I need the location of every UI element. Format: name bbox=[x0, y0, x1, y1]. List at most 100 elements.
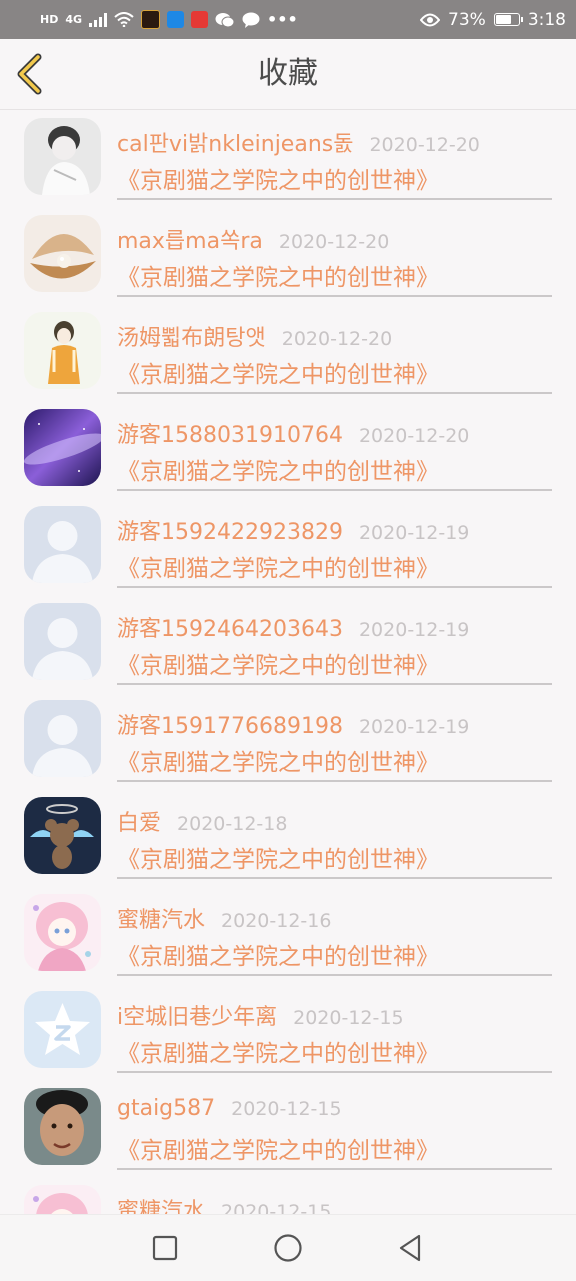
divider bbox=[117, 392, 552, 394]
system-back-button[interactable] bbox=[394, 1232, 426, 1264]
pink-anime-avatar[interactable] bbox=[24, 894, 101, 971]
username[interactable]: 蜜糖汽水 bbox=[117, 902, 205, 934]
favorite-date: 2020-12-15 bbox=[293, 1007, 404, 1029]
divider bbox=[117, 489, 552, 491]
divider bbox=[117, 683, 552, 685]
work-title[interactable]: 《京剧猫之学院之中的创世神》 bbox=[117, 549, 439, 583]
battery-icon bbox=[493, 13, 523, 26]
favorites-list[interactable]: cal판vi밝nkleinjeans돐 2020-12-20 《京剧猫之学院之中的创… bbox=[0, 110, 576, 1214]
selfie-avatar[interactable] bbox=[24, 1088, 101, 1165]
page-title: 收藏 bbox=[258, 56, 318, 91]
list-item[interactable]: max릅ma쏙ra 2020-12-20 《京剧猫之学院之中的创世神》 bbox=[0, 207, 576, 304]
divider bbox=[117, 295, 552, 297]
list-item[interactable]: 白爱 2020-12-18 《京剧猫之学院之中的创世神》 bbox=[0, 789, 576, 886]
item-meta: 游客1592422923829 2020-12-19 bbox=[117, 514, 469, 546]
network-indicator: 4G bbox=[65, 13, 83, 26]
anime-girl-avatar[interactable] bbox=[24, 312, 101, 389]
divider bbox=[117, 1071, 552, 1073]
battery-fill bbox=[495, 15, 511, 24]
recent-apps-button[interactable] bbox=[149, 1232, 181, 1264]
favorite-date: 2020-12-15 bbox=[231, 1098, 342, 1120]
username[interactable]: 游客1592464203643 bbox=[117, 611, 343, 643]
pink-anime-avatar[interactable] bbox=[24, 1185, 101, 1214]
list-item[interactable]: i空城旧巷少年离 2020-12-15 《京剧猫之学院之中的创世神》 bbox=[0, 983, 576, 1080]
favorite-date: 2020-12-18 bbox=[177, 813, 288, 835]
qzone-avatar[interactable] bbox=[24, 991, 101, 1068]
list-item[interactable]: 游客1591776689198 2020-12-19 《京剧猫之学院之中的创世神》 bbox=[0, 692, 576, 789]
shell-avatar[interactable] bbox=[24, 215, 101, 292]
system-nav-bar bbox=[0, 1214, 576, 1281]
item-meta: 汤姆쀫布朗탕앳 2020-12-20 bbox=[117, 320, 392, 352]
circle-icon bbox=[274, 1234, 302, 1262]
battery-percent: 73% bbox=[448, 9, 486, 30]
clock: 3:18 bbox=[527, 9, 566, 30]
divider bbox=[117, 877, 552, 879]
work-title[interactable]: 《京剧猫之学院之中的创世神》 bbox=[117, 743, 439, 777]
work-title[interactable]: 《京剧猫之学院之中的创世神》 bbox=[117, 1131, 439, 1165]
more-icon: ••• bbox=[267, 10, 298, 29]
list-item[interactable]: 游客1588031910764 2020-12-20 《京剧猫之学院之中的创世神》 bbox=[0, 401, 576, 498]
list-item[interactable]: cal판vi밝nkleinjeans돐 2020-12-20 《京剧猫之学院之中的创… bbox=[0, 110, 576, 207]
username[interactable]: 汤姆쀫布朗탕앳 bbox=[117, 320, 266, 352]
favorite-date: 2020-12-20 bbox=[278, 231, 390, 253]
favorite-date: 2020-12-20 bbox=[281, 328, 393, 350]
home-button[interactable] bbox=[272, 1232, 304, 1264]
item-meta: i空城旧巷少年离 2020-12-15 bbox=[117, 999, 404, 1031]
app-header: 收藏 bbox=[0, 39, 576, 110]
item-meta: gtaig587 2020-12-15 bbox=[117, 1096, 342, 1121]
username[interactable]: 游客1591776689198 bbox=[117, 708, 343, 740]
hd-indicator: HD bbox=[40, 13, 59, 26]
default-avatar[interactable] bbox=[24, 700, 101, 777]
wechat-icon bbox=[215, 12, 235, 28]
username[interactable]: 蜜糖汽水 bbox=[117, 1193, 205, 1214]
status-bar-left: HD 4G ••• bbox=[40, 10, 298, 29]
wifi-icon bbox=[114, 12, 134, 27]
username[interactable]: i空城旧巷少年离 bbox=[117, 999, 277, 1031]
browser-notification-icon bbox=[167, 11, 185, 28]
item-meta: cal판vi밝nkleinjeans돐 2020-12-20 bbox=[117, 126, 480, 158]
work-title[interactable]: 《京剧猫之学院之中的创世神》 bbox=[117, 840, 439, 874]
username[interactable]: max릅ma쏙ra bbox=[117, 223, 263, 255]
triangle-back-icon bbox=[399, 1234, 421, 1262]
message-icon bbox=[242, 12, 260, 28]
list-item[interactable]: 游客1592464203643 2020-12-19 《京剧猫之学院之中的创世神》 bbox=[0, 595, 576, 692]
signal-icon bbox=[89, 12, 108, 27]
username[interactable]: 游客1588031910764 bbox=[117, 417, 343, 449]
list-item[interactable]: 游客1592422923829 2020-12-19 《京剧猫之学院之中的创世神》 bbox=[0, 498, 576, 595]
news-notification-icon bbox=[191, 11, 209, 28]
item-meta: 游客1591776689198 2020-12-19 bbox=[117, 708, 469, 740]
work-title[interactable]: 《京剧猫之学院之中的创世神》 bbox=[117, 937, 439, 971]
cartoon-mouse-avatar[interactable] bbox=[24, 797, 101, 874]
favorite-date: 2020-12-19 bbox=[358, 716, 470, 738]
username[interactable]: 白爱 bbox=[117, 805, 161, 837]
favorite-date: 2020-12-16 bbox=[221, 910, 332, 932]
app-notification-icon bbox=[141, 10, 161, 29]
default-avatar[interactable] bbox=[24, 603, 101, 680]
status-bar-right: 73% 3:18 bbox=[420, 10, 566, 30]
list-item[interactable]: 蜜糖汽水 2020-12-16 《京剧猫之学院之中的创世神》 bbox=[0, 886, 576, 983]
list-item[interactable]: gtaig587 2020-12-15 《京剧猫之学院之中的创世神》 bbox=[0, 1080, 576, 1177]
work-title[interactable]: 《京剧猫之学院之中的创世神》 bbox=[117, 258, 439, 292]
work-title[interactable]: 《京剧猫之学院之中的创世神》 bbox=[117, 646, 439, 680]
favorite-date: 2020-12-20 bbox=[358, 425, 470, 447]
divider bbox=[117, 974, 552, 976]
item-meta: 游客1588031910764 2020-12-20 bbox=[117, 417, 469, 449]
username[interactable]: cal판vi밝nkleinjeans돐 bbox=[117, 126, 353, 158]
item-meta: 蜜糖汽水 2020-12-16 bbox=[117, 902, 331, 934]
galaxy-avatar[interactable] bbox=[24, 409, 101, 486]
divider bbox=[117, 586, 552, 588]
username[interactable]: gtaig587 bbox=[117, 1096, 215, 1121]
work-title[interactable]: 《京剧猫之学院之中的创世神》 bbox=[117, 355, 439, 389]
item-meta: 白爱 2020-12-18 bbox=[117, 805, 287, 837]
work-title[interactable]: 《京剧猫之学院之中的创世神》 bbox=[117, 1034, 439, 1068]
work-title[interactable]: 《京剧猫之学院之中的创世神》 bbox=[117, 452, 439, 486]
work-title[interactable]: 《京剧猫之学院之中的创世神》 bbox=[117, 161, 439, 195]
list-item[interactable]: 汤姆쀫布朗탕앳 2020-12-20 《京剧猫之学院之中的创世神》 bbox=[0, 304, 576, 401]
item-meta: 游客1592464203643 2020-12-19 bbox=[117, 611, 469, 643]
default-avatar[interactable] bbox=[24, 506, 101, 583]
divider bbox=[117, 780, 552, 782]
username[interactable]: 游客1592422923829 bbox=[117, 514, 343, 546]
status-bar: HD 4G ••• 73% 3:18 bbox=[0, 0, 576, 39]
photo-avatar[interactable] bbox=[24, 118, 101, 195]
list-item[interactable]: 蜜糖汽水 2020-12-15 bbox=[0, 1177, 576, 1214]
